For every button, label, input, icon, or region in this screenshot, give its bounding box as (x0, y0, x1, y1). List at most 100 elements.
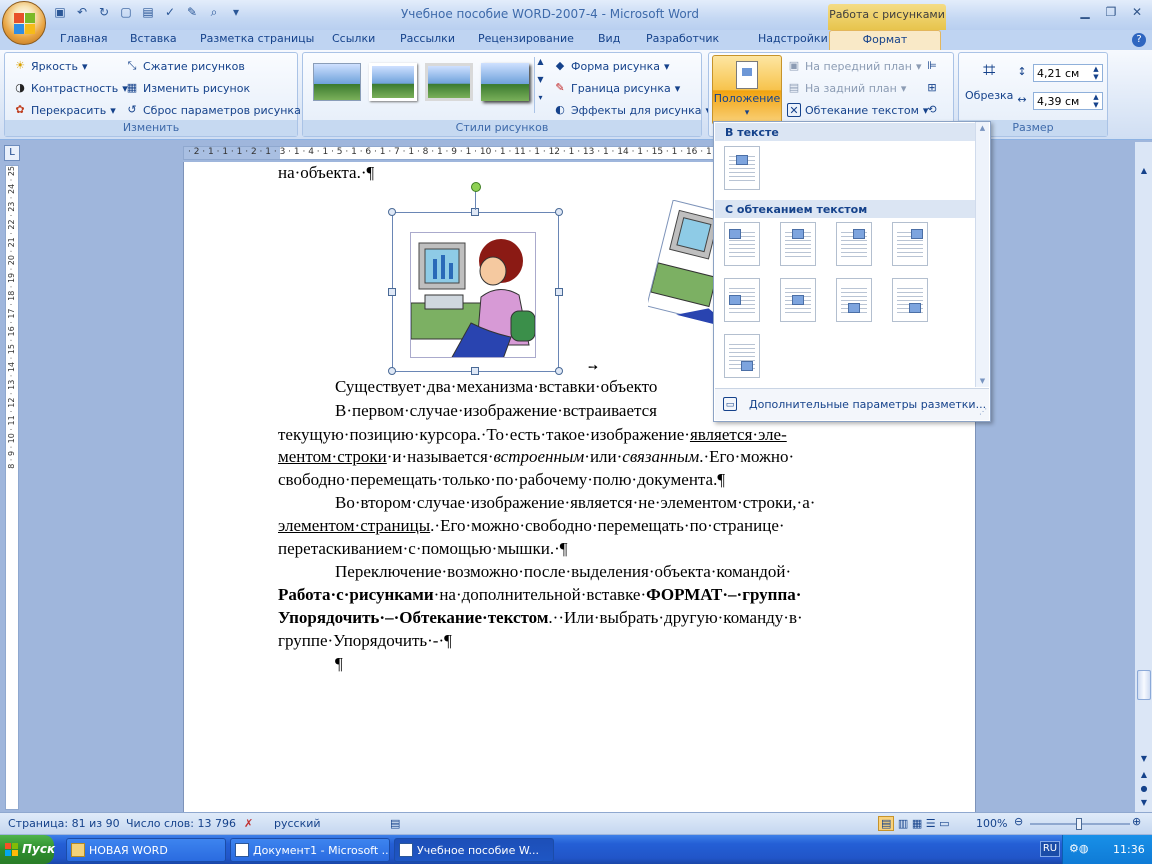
position-top-center[interactable] (780, 222, 816, 266)
open-folder-icon[interactable]: ▤ (140, 4, 156, 20)
page-count[interactable]: Страница: 81 из 90 (8, 817, 120, 830)
reset-picture-button[interactable]: ↺ Сброс параметров рисунка (125, 103, 300, 117)
dropdown-scrollbar[interactable]: ▲ ▼ (975, 122, 989, 387)
tab-format[interactable]: Формат (829, 30, 941, 51)
language[interactable]: русский (274, 817, 321, 830)
task-new-word-folder[interactable]: НОВАЯ WORD (66, 838, 226, 862)
spelling-icon[interactable]: ✓ (162, 4, 178, 20)
redo-icon[interactable]: ↻ (96, 4, 112, 20)
position-bottom-left[interactable] (724, 334, 760, 378)
tab-stop-selector[interactable]: L (4, 145, 20, 161)
picture-border-button[interactable]: ✎ Граница рисунка ▾ (553, 81, 680, 95)
resize-handle-s[interactable] (471, 367, 479, 375)
rotated-picture[interactable] (648, 200, 714, 340)
resize-handle-se[interactable] (555, 367, 563, 375)
position-middle-left[interactable] (724, 278, 760, 322)
zoom-out-icon[interactable]: ⊖ (1014, 815, 1023, 828)
start-button[interactable]: Пуск (0, 835, 55, 864)
position-top-right-1[interactable] (836, 222, 872, 266)
restore-icon[interactable]: ❐ (1100, 3, 1122, 21)
new-document-icon[interactable]: ▢ (118, 4, 134, 20)
save-icon[interactable]: ▣ (52, 4, 68, 20)
vertical-scrollbar[interactable]: ▲ ▼ ▲ ● ▼ (1134, 142, 1152, 812)
web-layout-icon[interactable]: ▦ (912, 817, 922, 830)
print-layout-icon[interactable]: ▤ (878, 816, 895, 831)
proofing-icon[interactable]: ✗ (244, 817, 253, 830)
scroll-up-icon[interactable]: ▲ (1137, 166, 1151, 175)
position-top-left[interactable] (724, 222, 760, 266)
draft-icon[interactable]: ▭ (939, 817, 949, 830)
print-preview-icon[interactable]: ⌕ (206, 4, 222, 20)
align-button[interactable]: ⊫ (925, 59, 939, 73)
resize-handle-sw[interactable] (388, 367, 396, 375)
position-bottom-right[interactable] (892, 278, 928, 322)
task-document1[interactable]: Документ1 - Microsoft ... (230, 838, 390, 862)
more-layout-options[interactable]: ▭ Дополнительные параметры разметки... ⋰ (715, 388, 989, 420)
scroll-down-icon[interactable]: ▼ (1137, 754, 1151, 763)
rotate-button[interactable]: ⟲ (925, 103, 939, 117)
zoom-level[interactable]: 100% (976, 817, 1007, 830)
style-thumb-3[interactable] (425, 63, 473, 101)
clock[interactable]: 11:36 (1113, 843, 1145, 856)
zoom-slider-thumb[interactable] (1076, 818, 1082, 830)
position-in-line[interactable] (724, 146, 760, 190)
resize-handle-e[interactable] (555, 288, 563, 296)
tab-home[interactable]: Главная (60, 32, 108, 45)
edit-icon[interactable]: ✎ (184, 4, 200, 20)
style-thumb-4[interactable] (481, 63, 529, 101)
scroll-thumb[interactable] (1137, 670, 1151, 700)
minimize-icon[interactable]: ▁ (1074, 3, 1096, 21)
position-middle-center[interactable] (780, 278, 816, 322)
resize-handle-nw[interactable] (388, 208, 396, 216)
tab-review[interactable]: Рецензирование (478, 32, 574, 45)
macro-record-icon[interactable]: ▤ (390, 817, 400, 830)
width-input[interactable]: 4,39 см ▲ ▼ (1033, 92, 1103, 110)
style-thumb-1[interactable] (313, 63, 361, 101)
picture-effects-button[interactable]: ◐ Эффекты для рисунка▾ (553, 103, 711, 117)
style-thumb-2[interactable] (369, 63, 417, 101)
contrast-button[interactable]: ◑ Контрастность ▾ (13, 81, 128, 95)
picture-shape-button[interactable]: ◆ Форма рисунка ▾ (553, 59, 670, 73)
recolor-button[interactable]: ✿ Перекрасить ▾ (13, 103, 115, 117)
height-input[interactable]: 4,21 см ▲ ▼ (1033, 64, 1103, 82)
position-middle-right[interactable] (836, 278, 872, 322)
text-wrapping-button[interactable]: ✕ Обтекание текстом ▾ (787, 103, 928, 117)
send-to-back-button[interactable]: ▤ На задний план ▾ (787, 81, 907, 95)
height-spinner[interactable]: ▲ ▼ (1091, 65, 1101, 81)
full-screen-reading-icon[interactable]: ▥ (898, 817, 908, 830)
change-picture-button[interactable]: ▦ Изменить рисунок (125, 81, 250, 95)
office-button[interactable] (2, 1, 46, 45)
resize-handle-w[interactable] (388, 288, 396, 296)
clipart-picture[interactable] (410, 232, 536, 358)
width-spinner[interactable]: ▲ ▼ (1091, 93, 1101, 109)
compress-pictures-button[interactable]: ⤡ Сжатие рисунков (125, 59, 245, 73)
group-objects-button[interactable]: ⊞ (925, 81, 939, 95)
close-icon[interactable]: ✕ (1126, 3, 1148, 21)
customize-qat-icon[interactable]: ▾ (228, 4, 244, 20)
tab-view[interactable]: Вид (598, 32, 620, 45)
vertical-ruler[interactable]: 8 · 9 · 10 · 11 · 12 · 13 · 14 · 15 · 16… (5, 165, 19, 810)
tab-mailings[interactable]: Рассылки (400, 32, 455, 45)
tab-addins[interactable]: Надстройки (758, 32, 828, 45)
resize-grip-icon[interactable]: ⋰ (979, 407, 987, 416)
tab-references[interactable]: Ссылки (332, 32, 375, 45)
zoom-in-icon[interactable]: ⊕ (1132, 815, 1141, 828)
position-top-right-2[interactable] (892, 222, 928, 266)
help-icon[interactable]: ? (1132, 33, 1146, 47)
rotation-handle[interactable] (471, 182, 481, 192)
undo-icon[interactable]: ↶ (74, 4, 90, 20)
resize-handle-ne[interactable] (555, 208, 563, 216)
tab-insert[interactable]: Вставка (130, 32, 177, 45)
next-page-icon[interactable]: ▼ (1137, 798, 1151, 807)
word-count[interactable]: Число слов: 13 796 (126, 817, 236, 830)
bring-to-front-button[interactable]: ▣ На передний план ▾ (787, 59, 922, 73)
tray-icons[interactable]: ⚙◍ (1069, 842, 1088, 855)
position-button[interactable]: Положение ▾ (712, 55, 782, 125)
gallery-scrollbar[interactable]: ▲ ▼ ▾ (534, 57, 546, 113)
outline-icon[interactable]: ☰ (926, 817, 936, 830)
task-uchebnoe-posobie[interactable]: Учебное пособие W... (394, 838, 554, 862)
tab-developer[interactable]: Разработчик (646, 32, 719, 45)
previous-page-icon[interactable]: ▲ (1137, 770, 1151, 779)
tab-page-layout[interactable]: Разметка страницы (200, 32, 314, 45)
crop-button[interactable]: ⌗ Обрезка (965, 57, 1013, 102)
